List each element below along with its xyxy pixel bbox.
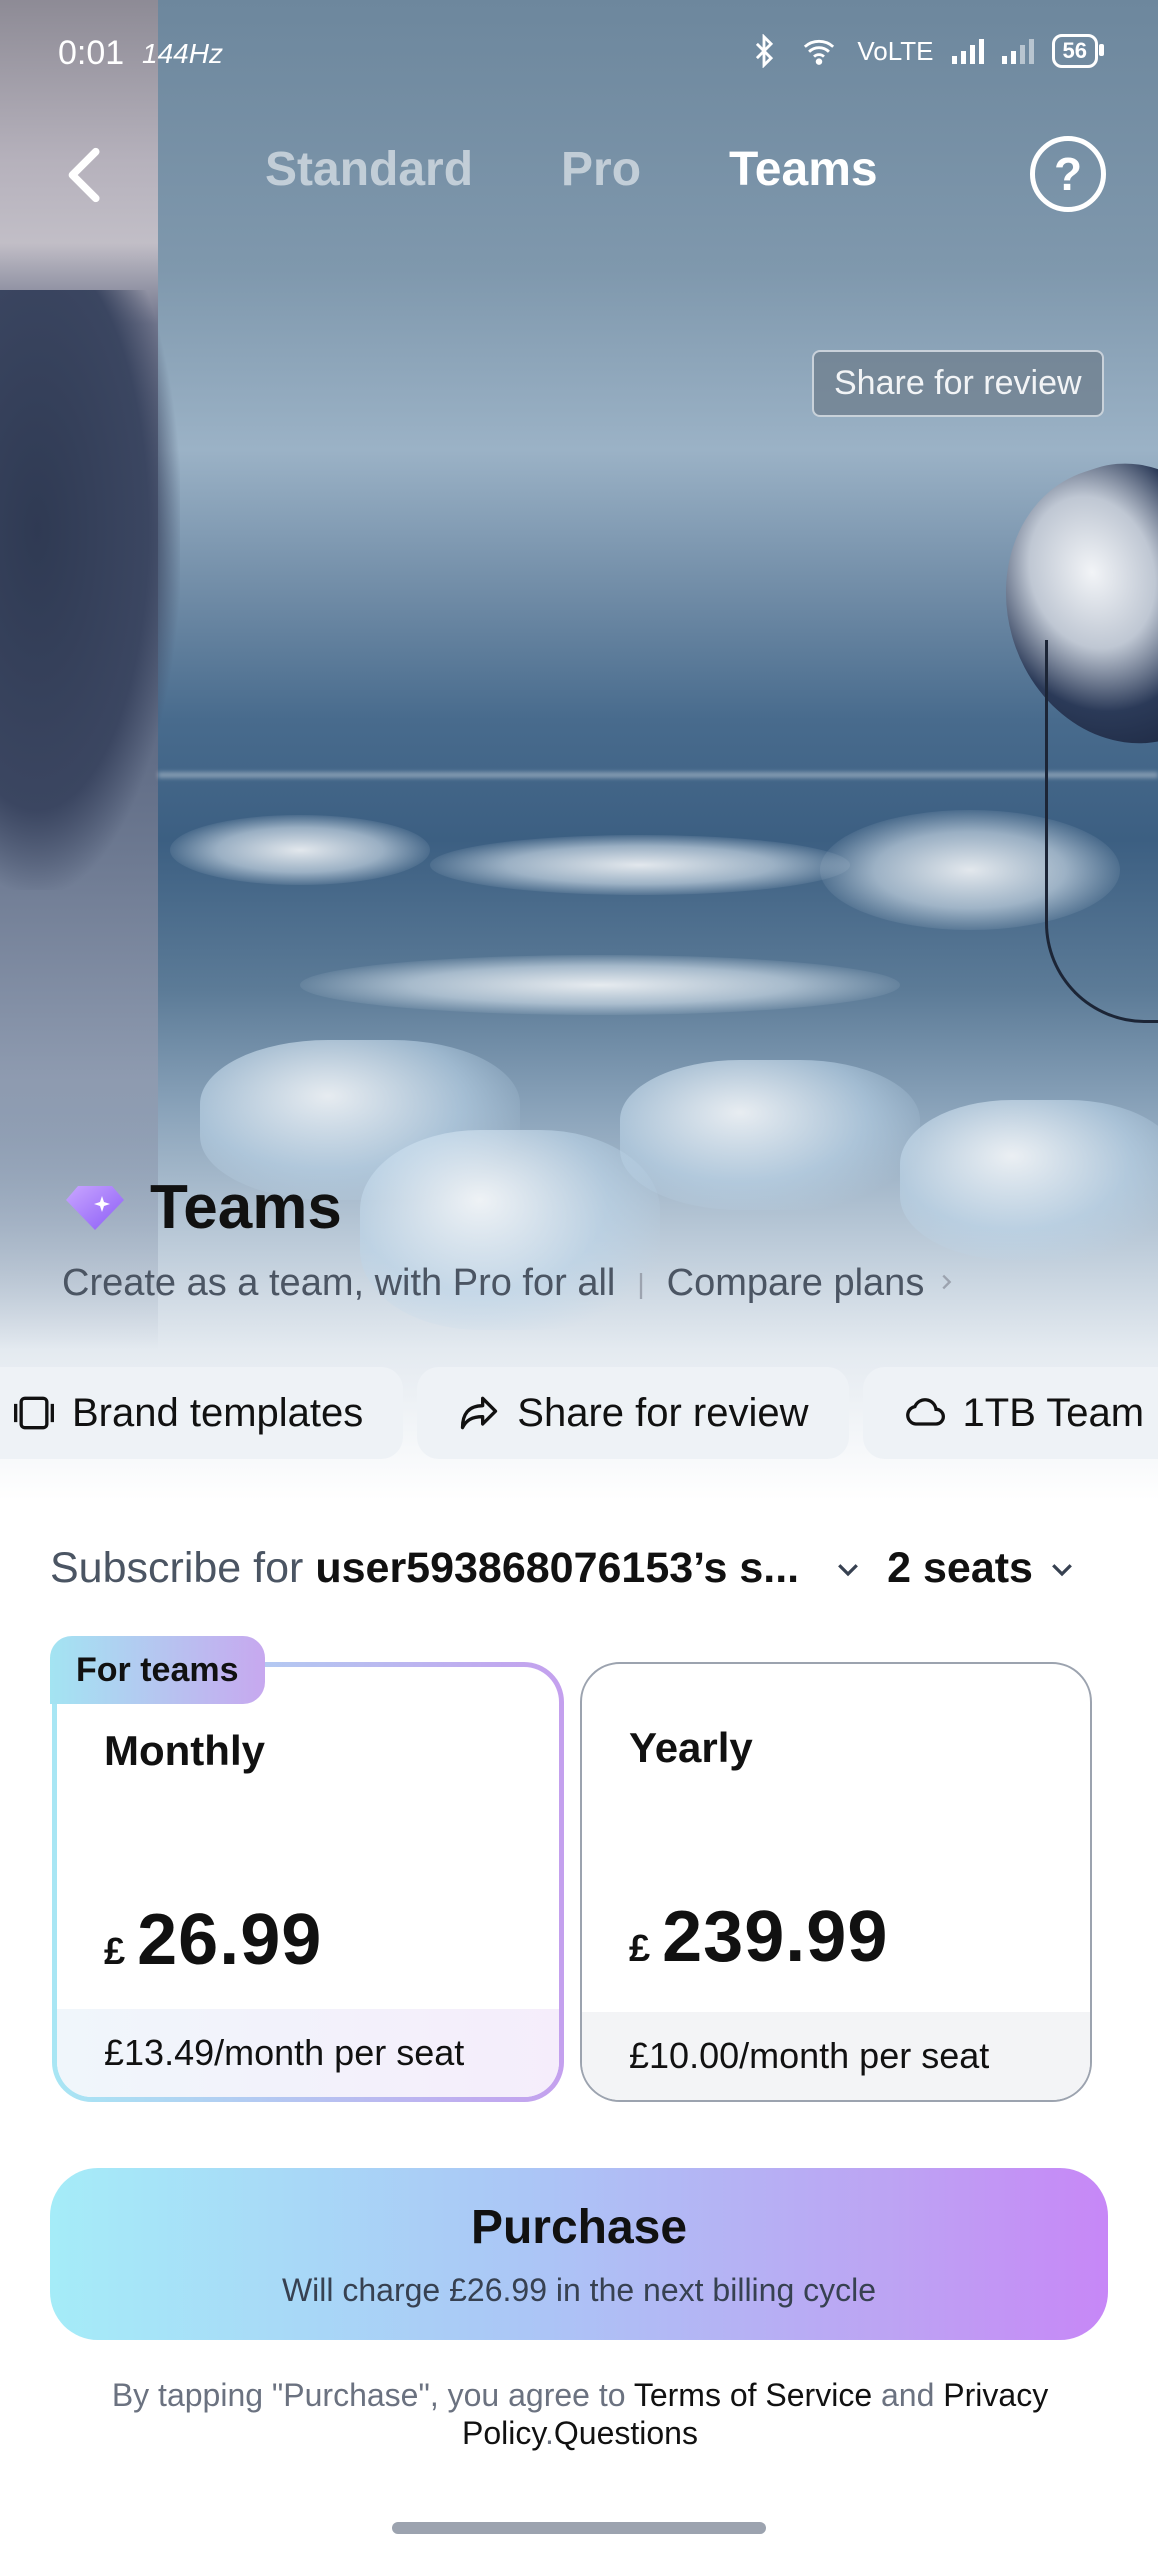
ice-chunk bbox=[900, 1100, 1158, 1260]
price-amount: 239.99 bbox=[662, 1897, 889, 1977]
feature-chips: Brand templates Share for review 1TB Tea… bbox=[0, 1367, 1158, 1459]
diamond-icon bbox=[66, 1185, 124, 1230]
feature-chip-share-for-review[interactable]: Share for review bbox=[417, 1367, 849, 1459]
plan-card-name: Yearly bbox=[629, 1724, 753, 1771]
chevron-down-icon[interactable] bbox=[1047, 1554, 1077, 1584]
volte-label: VoLTE bbox=[857, 35, 934, 66]
plan-subtitle: Create as a team, with Pro for all bbox=[62, 1262, 616, 1304]
per-seat-price: £13.49/month per seat bbox=[57, 2009, 559, 2097]
wave-foam bbox=[430, 835, 850, 895]
brand-templates-icon bbox=[14, 1396, 54, 1430]
hero-overlay-chip: Share for review bbox=[812, 350, 1104, 417]
currency-symbol: £ bbox=[629, 1928, 651, 1970]
plan-card-price: £ 26.99 bbox=[104, 1899, 322, 1981]
legal-and: and bbox=[881, 2377, 935, 2413]
wifi-icon bbox=[804, 39, 835, 65]
bluetooth-icon bbox=[756, 34, 774, 68]
purchase-button[interactable]: Purchase Will charge £26.99 in the next … bbox=[50, 2168, 1108, 2340]
feature-chip-label: 1TB Team bbox=[962, 1390, 1145, 1435]
legal-period: . bbox=[545, 2415, 554, 2451]
plan-title: Teams bbox=[150, 1173, 342, 1242]
compare-plans-label: Compare plans bbox=[666, 1262, 925, 1304]
compare-plans-link[interactable]: Compare plans bbox=[667, 1262, 957, 1305]
plan-card-monthly[interactable]: Monthly £ 26.99 £13.49/month per seat bbox=[52, 1662, 564, 2102]
hero-rock bbox=[0, 290, 180, 890]
chevron-down-icon[interactable] bbox=[833, 1554, 863, 1584]
status-bar: 0:01 144Hz VoLTE 56 bbox=[0, 0, 1158, 110]
plan-subtitle-row: Create as a team, with Pro for all | Com… bbox=[62, 1262, 957, 1305]
share-icon bbox=[461, 1396, 498, 1430]
headphone-cable bbox=[1045, 640, 1158, 1023]
legal-text: By tapping "Purchase", you agree to Term… bbox=[80, 2376, 1080, 2452]
terms-of-service-link[interactable]: Terms of Service bbox=[634, 2377, 872, 2413]
chevron-right-icon bbox=[942, 1274, 952, 1290]
signal-icon-2 bbox=[1001, 38, 1034, 64]
legal-prefix: By tapping "Purchase", you agree to bbox=[111, 2377, 626, 2413]
plan-card-yearly[interactable]: Yearly £ 239.99 £10.00/month per seat bbox=[580, 1662, 1092, 2102]
top-nav: Standard Pro Teams ? bbox=[0, 120, 1158, 230]
status-time: 0:01 bbox=[58, 34, 125, 72]
feature-chip-label: Share for review bbox=[517, 1390, 809, 1435]
feature-chip-label: Brand templates bbox=[72, 1390, 364, 1435]
help-button[interactable]: ? bbox=[1030, 136, 1106, 212]
plan-card-price: £ 239.99 bbox=[629, 1896, 888, 1978]
questions-link[interactable]: Questions bbox=[554, 2415, 698, 2451]
question-mark-icon: ? bbox=[1053, 148, 1083, 200]
tab-teams[interactable]: Teams bbox=[729, 142, 878, 197]
purchase-label: Purchase bbox=[470, 2201, 688, 2254]
home-indicator[interactable] bbox=[392, 2522, 766, 2534]
divider: | bbox=[637, 1267, 645, 1299]
plan-card-name: Monthly bbox=[104, 1727, 265, 1774]
price-amount: 26.99 bbox=[137, 1900, 323, 1980]
feature-chip-brand-templates[interactable]: Brand templates bbox=[0, 1367, 404, 1459]
currency-symbol: £ bbox=[104, 1931, 126, 1973]
purchase-billing-note: Will charge £26.99 in the next billing c… bbox=[281, 2272, 877, 2308]
wave-foam bbox=[300, 955, 900, 1015]
back-button[interactable] bbox=[52, 140, 122, 210]
subscribe-prefix: Subscribe for bbox=[50, 1544, 304, 1592]
ice-chunk bbox=[620, 1060, 920, 1210]
seats-selector[interactable]: 2 seats bbox=[887, 1544, 1033, 1593]
tab-pro[interactable]: Pro bbox=[561, 142, 641, 197]
feature-chip-1tb-team[interactable]: 1TB Team bbox=[862, 1367, 1158, 1459]
plan-tabs: Standard Pro Teams bbox=[265, 142, 878, 197]
wave-foam bbox=[170, 815, 430, 885]
signal-icon bbox=[951, 38, 984, 64]
team-selector[interactable]: user593868076153’s s... bbox=[315, 1544, 799, 1593]
tab-standard[interactable]: Standard bbox=[265, 142, 473, 197]
subscribe-row: Subscribe for user593868076153’s s... 2 … bbox=[50, 1544, 1110, 1593]
for-teams-badge: For teams bbox=[50, 1636, 265, 1704]
status-refresh-rate: 144Hz bbox=[142, 38, 223, 69]
horizon-line bbox=[158, 772, 1158, 778]
cloud-icon bbox=[905, 1398, 945, 1426]
status-icons: VoLTE 56 bbox=[747, 34, 1105, 68]
battery-icon: 56 bbox=[1051, 34, 1105, 68]
plan-heading: Teams bbox=[66, 1172, 342, 1243]
per-seat-price: £10.00/month per seat bbox=[582, 2012, 1090, 2100]
chevron-left-icon bbox=[68, 147, 100, 203]
